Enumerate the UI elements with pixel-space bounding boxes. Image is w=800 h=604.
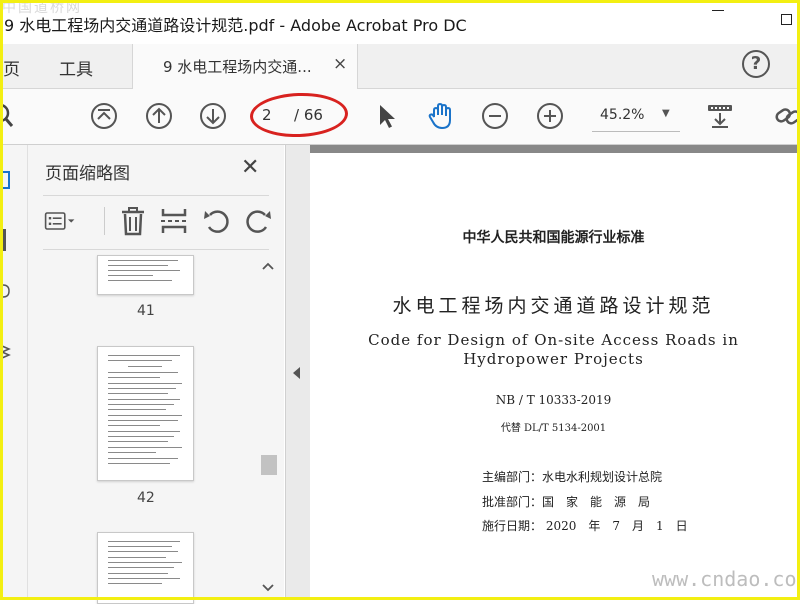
screenshot-border — [0, 0, 800, 600]
